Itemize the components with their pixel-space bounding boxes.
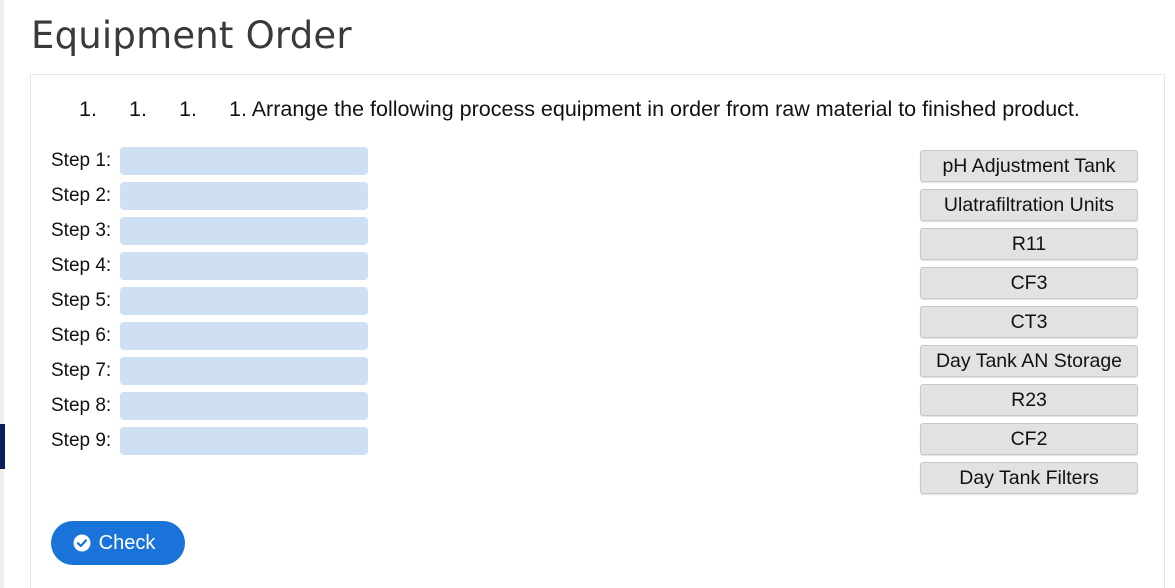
left-border [0,0,4,588]
step-label: Step 8: [51,395,112,416]
step-row: Step 5: [51,287,371,315]
step-row: Step 2: [51,182,371,210]
option-chip[interactable]: CT3 [920,306,1138,338]
step-label: Step 7: [51,360,112,381]
option-chip[interactable]: CF3 [920,267,1138,299]
check-button[interactable]: Check [51,521,185,565]
check-circle-icon [73,534,91,552]
option-chip[interactable]: R11 [920,228,1138,260]
check-button-label: Check [98,531,156,554]
option-chip[interactable]: pH Adjustment Tank [920,150,1138,182]
step-label: Step 9: [51,430,112,451]
option-chip[interactable]: R23 [920,384,1138,416]
step-4-drop-zone[interactable] [120,252,368,280]
list-marker: 1. [129,97,147,121]
step-2-drop-zone[interactable] [120,182,368,210]
step-row: Step 1: [51,147,371,175]
step-8-drop-zone[interactable] [120,392,368,420]
step-row: Step 7: [51,357,371,385]
step-1-drop-zone[interactable] [120,147,368,175]
page-title: Equipment Order [31,14,352,57]
side-marker [0,424,5,469]
option-chip[interactable]: Ulatrafiltration Units [920,189,1138,221]
step-row: Step 3: [51,217,371,245]
question: 1. 1. 1. 1. Arrange the following process e… [79,97,1080,122]
step-label: Step 5: [51,290,112,311]
step-5-drop-zone[interactable] [120,287,368,315]
step-row: Step 4: [51,252,371,280]
step-row: Step 9: [51,427,371,455]
option-chip[interactable]: CF2 [920,423,1138,455]
step-row: Step 8: [51,392,371,420]
list-marker: 1. [79,97,97,121]
option-chip[interactable]: Day Tank AN Storage [920,345,1138,377]
step-6-drop-zone[interactable] [120,322,368,350]
question-text: 1. Arrange the following process equipme… [229,97,1080,121]
step-label: Step 4: [51,255,112,276]
option-chip[interactable]: Day Tank Filters [920,462,1138,494]
step-label: Step 2: [51,185,112,206]
question-card: 1. 1. 1. 1. Arrange the following process e… [30,74,1165,588]
step-3-drop-zone[interactable] [120,217,368,245]
step-9-drop-zone[interactable] [120,427,368,455]
page: Equipment Order 1. 1. 1. 1. Arrange the fol… [0,0,1175,588]
list-marker: 1. [179,97,197,121]
step-7-drop-zone[interactable] [120,357,368,385]
step-label: Step 3: [51,220,112,241]
step-row: Step 6: [51,322,371,350]
step-label: Step 6: [51,325,112,346]
step-label: Step 1: [51,150,112,171]
